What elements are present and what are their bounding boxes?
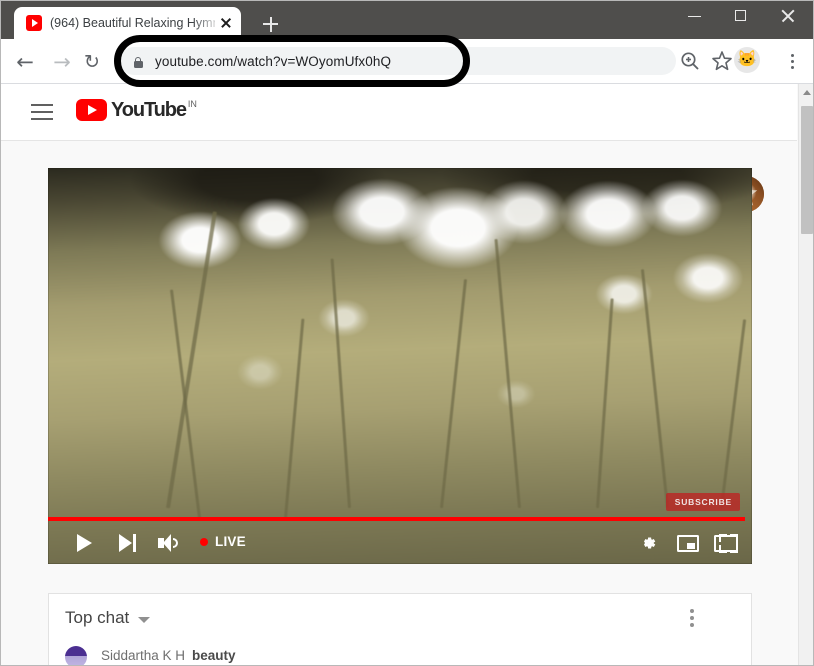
live-chat-panel: Top chat Siddartha K H beauty: [48, 593, 752, 665]
fullscreen-button[interactable]: [719, 534, 738, 553]
scrollbar-thumb[interactable]: [801, 106, 813, 234]
video-frame: [48, 168, 752, 564]
chat-message-author: Siddartha K H: [101, 648, 186, 663]
play-button[interactable]: [74, 533, 94, 553]
maximize-button[interactable]: [719, 1, 765, 31]
scrollbar-down-arrow[interactable]: [799, 650, 813, 665]
new-tab-button[interactable]: [256, 12, 284, 36]
chat-options-menu-icon[interactable]: [682, 608, 702, 628]
settings-gear-icon[interactable]: [638, 533, 658, 553]
zoom-in-icon[interactable]: [677, 48, 703, 74]
minimize-button[interactable]: [673, 1, 719, 31]
youtube-logo-text: YouTube: [111, 99, 187, 121]
tab-title: (964) Beautiful Relaxing Hymns, P: [50, 16, 215, 30]
title-bar: (964) Beautiful Relaxing Hymns, P: [1, 1, 813, 39]
browser-window: (964) Beautiful Relaxing Hymns, P ← → ↻ …: [0, 0, 814, 666]
browser-toolbar: ← → ↻ youtube.com/watch?v=WOyomUfx0hQ 🐱: [1, 39, 813, 84]
reload-button[interactable]: ↻: [79, 49, 105, 75]
page-content: YouTube IN music 🔔 9+: [1, 84, 813, 665]
reload-icon: ↻: [84, 51, 100, 73]
live-indicator[interactable]: LIVE: [200, 534, 246, 550]
youtube-icon: [26, 15, 42, 31]
player-controls: LIVE: [48, 521, 752, 564]
browser-profile-avatar[interactable]: 🐱: [734, 47, 762, 75]
arrow-right-icon: →: [53, 50, 71, 74]
chevron-down-icon: [138, 616, 151, 623]
three-dot-menu-icon[interactable]: [780, 48, 806, 74]
chat-message-body: beauty: [192, 648, 236, 663]
chat-message-text: Siddartha K H beauty: [101, 646, 236, 665]
star-icon[interactable]: [709, 48, 735, 74]
live-dot-icon: [200, 538, 208, 546]
url-text: youtube.com/watch?v=WOyomUfx0hQ: [155, 53, 392, 69]
scrollbar-up-arrow[interactable]: [799, 84, 813, 101]
chat-title: Top chat: [65, 608, 130, 627]
close-icon[interactable]: [217, 14, 235, 32]
back-button[interactable]: ←: [12, 49, 38, 75]
video-player[interactable]: SUBSCRIBE LIVE: [48, 168, 752, 564]
avatar: [65, 646, 87, 665]
country-code: IN: [187, 99, 197, 109]
volume-icon[interactable]: [158, 534, 180, 552]
play-icon: [76, 99, 107, 121]
hamburger-menu-icon[interactable]: [29, 102, 55, 122]
arrow-left-icon: ←: [16, 50, 34, 74]
live-label: LIVE: [215, 534, 246, 549]
vertical-scrollbar[interactable]: [798, 84, 813, 665]
address-bar[interactable]: youtube.com/watch?v=WOyomUfx0hQ: [120, 47, 676, 75]
lock-icon: [132, 54, 144, 68]
forward-button[interactable]: →: [49, 49, 75, 75]
tab-strip: (964) Beautiful Relaxing Hymns, P: [1, 1, 661, 39]
list-item: Siddartha K H beauty: [65, 646, 236, 665]
youtube-logo[interactable]: YouTube IN: [76, 99, 197, 121]
next-video-button[interactable]: [119, 534, 139, 552]
chat-header: Top chat: [49, 594, 751, 643]
close-window-button[interactable]: [767, 1, 813, 31]
miniplayer-button[interactable]: [677, 535, 699, 552]
subscribe-button[interactable]: SUBSCRIBE: [665, 493, 740, 511]
chat-mode-selector[interactable]: Top chat: [65, 607, 151, 629]
browser-tab[interactable]: (964) Beautiful Relaxing Hymns, P: [14, 7, 241, 39]
avatar: 🐱: [734, 47, 760, 73]
